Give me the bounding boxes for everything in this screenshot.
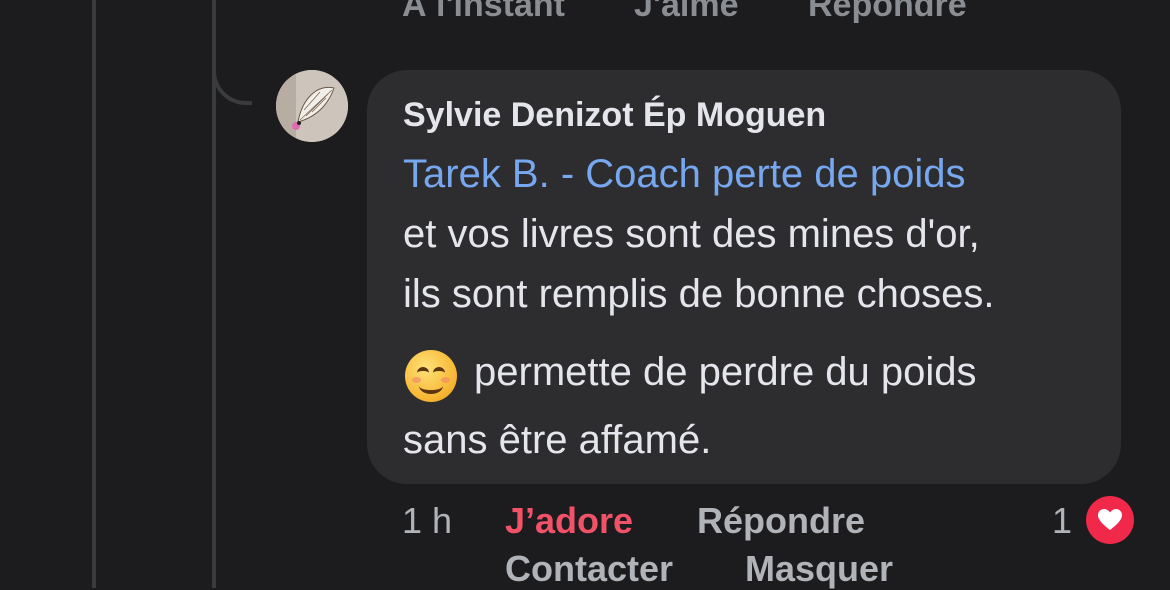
reaction-button[interactable]: J’adore xyxy=(505,500,633,542)
heart-icon[interactable] xyxy=(1086,496,1134,544)
smiling-face-emoji-icon xyxy=(405,350,457,402)
thread-line-parent xyxy=(92,0,96,588)
previous-reply-button[interactable]: Répondre xyxy=(808,0,967,25)
comment-time[interactable]: 1 h xyxy=(402,500,452,542)
previous-comment-time: À l'instant xyxy=(402,0,565,24)
comment-author[interactable]: Sylvie Denizot Ép Moguen xyxy=(403,96,826,135)
thread-line-reply xyxy=(212,0,216,588)
hide-button[interactable]: Masquer xyxy=(745,548,893,590)
mention-link[interactable]: Tarek B. - Coach perte de poids xyxy=(403,152,966,197)
comment-text-line: et vos livres sont des mines d'or, xyxy=(403,212,980,256)
reply-button[interactable]: Répondre xyxy=(697,500,865,542)
comment-text-line: permette de perdre du poids xyxy=(474,350,977,394)
avatar[interactable] xyxy=(276,70,348,142)
comment-text-line: sans être affamé. xyxy=(403,418,712,462)
contact-button[interactable]: Contacter xyxy=(505,548,673,590)
comment-bubble: Sylvie Denizot Ép Moguen Tarek B. - Coac… xyxy=(367,70,1121,484)
reaction-count[interactable]: 1 xyxy=(1052,500,1072,542)
comment-text-line: ils sont remplis de bonne choses. xyxy=(403,272,995,316)
reply-connector xyxy=(212,0,252,105)
previous-like-button[interactable]: J'aime xyxy=(634,0,739,25)
